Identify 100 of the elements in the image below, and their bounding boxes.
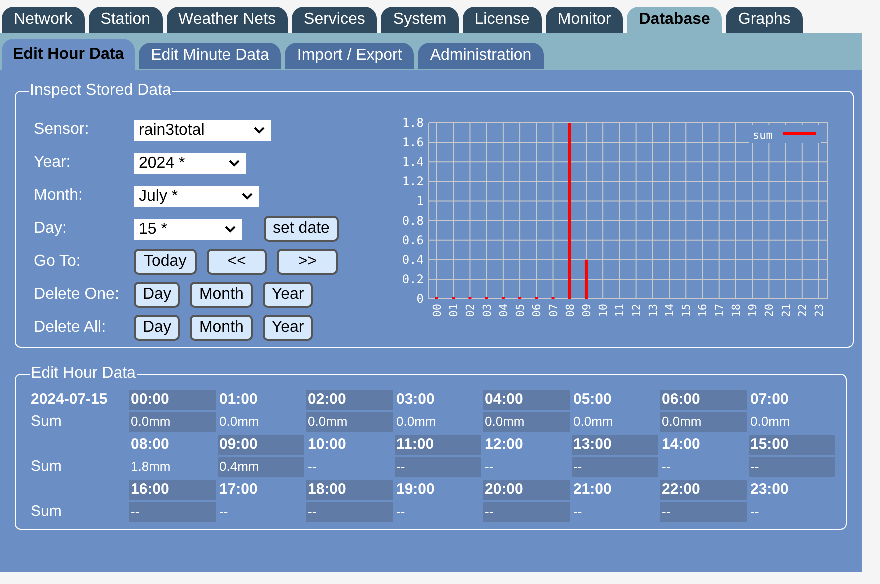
y-tick-label: 1 — [416, 194, 424, 208]
hour-header: 03:00 — [396, 390, 436, 410]
hour-value[interactable]: -- — [394, 502, 481, 522]
hour-header: 14:00 — [661, 435, 702, 455]
row-label: Sum — [31, 502, 63, 522]
form-button[interactable]: Year — [262, 315, 314, 341]
hour-value[interactable]: 0.0mm — [483, 412, 570, 432]
x-tick-label: 06 — [530, 304, 544, 318]
hour-header: 19:00 — [396, 480, 436, 500]
hour-header: 08:00 — [130, 435, 170, 455]
y-tick-label: 0 — [416, 292, 424, 306]
hour-value[interactable]: -- — [306, 502, 392, 522]
nav-tab[interactable]: Graphs — [726, 7, 803, 33]
dropdown[interactable]: July * — [134, 186, 259, 206]
form-button[interactable]: Month — [190, 282, 253, 308]
form-button[interactable]: Year — [262, 282, 314, 308]
y-tick-label: 0.2 — [402, 272, 424, 286]
hour-value[interactable]: 0.0mm — [572, 412, 658, 432]
hour-header: 17:00 — [218, 480, 259, 500]
nav-tab[interactable]: Monitor — [546, 7, 624, 33]
hour-value[interactable]: -- — [394, 457, 481, 477]
form-button[interactable]: Day — [134, 315, 180, 341]
nav-tab[interactable]: Database — [627, 7, 722, 33]
hour-value[interactable]: 0.4mm — [218, 457, 304, 477]
x-tick-label: 19 — [746, 304, 760, 318]
hour-value[interactable]: -- — [660, 502, 746, 522]
hour-header: 15:00 — [748, 435, 835, 455]
form-button[interactable]: << — [206, 249, 268, 275]
hour-value[interactable]: -- — [483, 502, 570, 522]
y-tick-label: 1.6 — [402, 136, 424, 150]
x-tick-label: 04 — [497, 304, 510, 318]
y-tick-label: 1.8 — [402, 116, 424, 130]
field-label: Delete All: — [34, 318, 108, 338]
x-tick-label: 01 — [448, 304, 461, 318]
hour-header: 16:00 — [129, 480, 216, 500]
nav-tab[interactable]: System — [381, 7, 459, 33]
nav-tab[interactable]: License — [462, 7, 542, 33]
x-tick-label: 12 — [630, 304, 644, 318]
row-label: Sum — [31, 457, 63, 477]
sub-tab[interactable]: Import / Export — [285, 43, 414, 69]
x-tick-label: 02 — [464, 304, 478, 318]
x-tick-label: 07 — [547, 304, 560, 318]
nav-tab[interactable]: Services — [292, 7, 378, 33]
sub-tab[interactable]: Edit Minute Data — [139, 43, 282, 69]
hour-value[interactable]: -- — [748, 457, 835, 477]
hour-value[interactable]: -- — [572, 502, 658, 522]
hour-value[interactable]: 0.0mm — [129, 412, 216, 432]
x-tick-label: 21 — [780, 304, 793, 318]
chevron-down-icon — [225, 226, 236, 232]
hour-header: 12:00 — [484, 435, 524, 455]
dropdown[interactable]: 2024 * — [134, 152, 246, 174]
chart-bar — [584, 260, 588, 299]
dropdown[interactable]: rain3total — [134, 120, 271, 140]
chevron-down-icon — [254, 126, 265, 134]
x-tick-label: 16 — [696, 304, 710, 318]
chevron-down-icon — [242, 192, 253, 200]
hour-header: 01:00 — [218, 390, 259, 410]
field-label: Go To: — [34, 252, 82, 272]
nav-tab[interactable]: Station — [88, 7, 162, 33]
hour-header: 05:00 — [572, 390, 613, 410]
hour-value[interactable]: -- — [306, 457, 392, 477]
hour-value[interactable]: -- — [129, 502, 216, 522]
hour-value[interactable]: -- — [218, 502, 304, 522]
form-button[interactable]: Today — [134, 249, 197, 275]
form-button[interactable]: set date — [264, 216, 339, 242]
nav-tab[interactable]: Network — [2, 7, 85, 33]
field-label: Month: — [34, 186, 84, 206]
hour-value[interactable]: -- — [572, 457, 658, 477]
x-tick-label: 15 — [680, 304, 694, 318]
hour-header: 02:00 — [306, 390, 392, 410]
form-button[interactable]: >> — [277, 249, 338, 275]
x-tick-label: 13 — [646, 304, 660, 318]
sub-tab[interactable]: Edit Hour Data — [2, 39, 136, 70]
form-button[interactable]: Month — [190, 315, 253, 341]
y-tick-label: 0.6 — [402, 233, 424, 248]
x-tick-label: 11 — [614, 304, 627, 318]
sub-tab[interactable]: Administration — [418, 43, 544, 69]
panel-title: Edit Hour Data — [30, 365, 137, 383]
hour-header: 04:00 — [483, 390, 570, 410]
hour-header: 18:00 — [306, 480, 392, 500]
hour-value[interactable]: 0.0mm — [748, 412, 835, 432]
hour-value[interactable]: 0.0mm — [394, 412, 481, 432]
dropdown[interactable]: 15 * — [134, 218, 242, 240]
hour-value[interactable]: -- — [483, 457, 570, 477]
y-tick-label: 0.8 — [402, 214, 424, 228]
row-label: Sum — [31, 412, 63, 432]
x-tick-label: 10 — [597, 304, 610, 318]
form-button[interactable]: Day — [134, 282, 180, 308]
legend-label: sum — [753, 129, 773, 142]
hour-value[interactable]: 0.0mm — [660, 412, 746, 432]
hour-value[interactable]: -- — [748, 502, 835, 522]
hour-value[interactable]: 0.0mm — [218, 412, 304, 432]
hour-value[interactable]: -- — [660, 457, 746, 477]
hour-value[interactable]: 1.8mm — [129, 457, 216, 477]
hour-value[interactable]: 0.0mm — [306, 412, 392, 432]
y-tick-label: 1.2 — [402, 174, 424, 189]
hour-header: 22:00 — [660, 480, 746, 500]
nav-tab[interactable]: Weather Nets — [166, 7, 288, 33]
y-tick-label: 0.4 — [402, 252, 424, 267]
y-tick-label: 1.4 — [402, 155, 424, 170]
